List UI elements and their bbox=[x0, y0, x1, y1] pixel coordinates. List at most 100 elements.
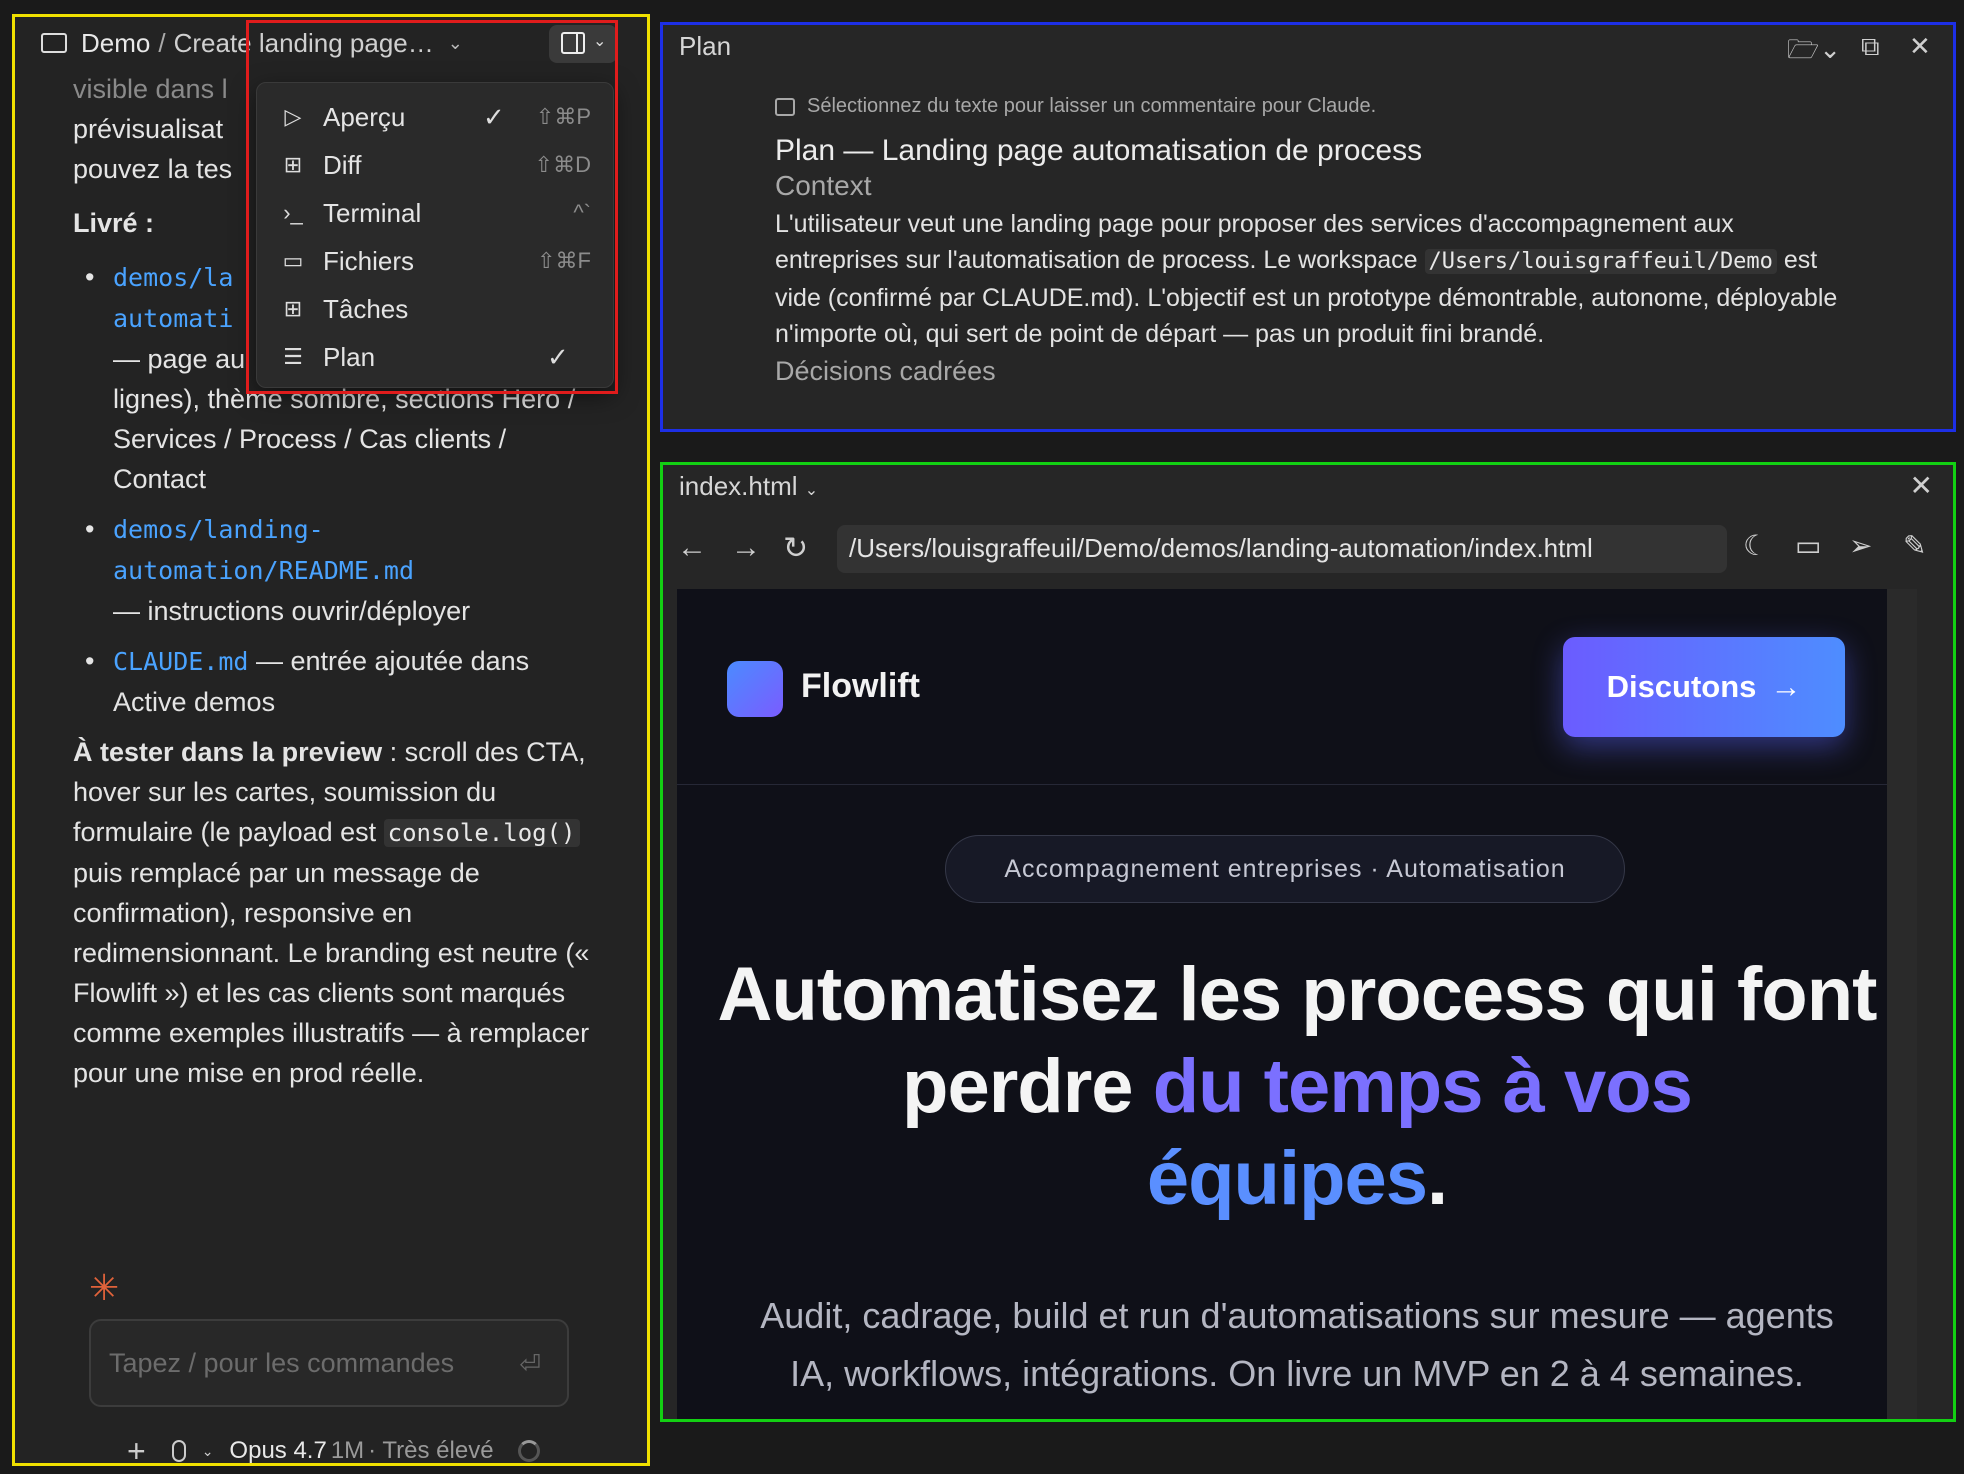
file-link[interactable]: CLAUDE.md bbox=[113, 647, 248, 676]
breadcrumb-root[interactable]: Demo bbox=[81, 28, 150, 59]
comment-icon bbox=[775, 97, 795, 116]
shortcut: ⇧⌘P bbox=[535, 104, 591, 129]
chat-faded-line: visible dans l bbox=[73, 74, 228, 104]
claude-spark-icon: ✳ bbox=[89, 1267, 120, 1308]
shortcut: ⇧⌘F bbox=[537, 248, 591, 273]
panel-toggle-button[interactable]: ⌄ bbox=[549, 25, 617, 63]
menu-item-plan[interactable]: ☰ Plan ✓ bbox=[257, 335, 613, 379]
chevron-down-icon[interactable]: ⌄ bbox=[448, 33, 463, 54]
cta-label: Discutons bbox=[1606, 669, 1757, 704]
list-item: CLAUDE.md — entrée ajoutée dans Active d… bbox=[73, 641, 593, 722]
enter-icon[interactable]: ⏎ bbox=[519, 1349, 541, 1380]
inline-code: /Users/louisgraffeuil/Demo bbox=[1424, 249, 1777, 274]
menu-item-label: Terminal bbox=[323, 197, 422, 228]
plan-pane: Plan 🗁⌄ ⧉ ✕ Sélectionnez du texte pour l… bbox=[660, 22, 1956, 432]
test-heading: À tester dans la preview bbox=[73, 737, 383, 767]
test-instructions: À tester dans la preview : scroll des CT… bbox=[73, 732, 593, 1093]
logo-mark bbox=[727, 661, 783, 717]
select-pointer-icon[interactable]: ➢ bbox=[1849, 529, 1872, 562]
context-size: 1M bbox=[330, 1437, 365, 1464]
menu-item-taches[interactable]: ⊞ Tâches bbox=[257, 287, 613, 331]
preview-pane: index.html ⌄ ✕ ← → ↻ /Users/louisgraffeu… bbox=[660, 462, 1956, 1422]
hero-title: Automatisez les process qui font perdre … bbox=[677, 949, 1917, 1225]
folder-icon: ▭ bbox=[282, 248, 304, 273]
rendered-website: Flowlift Discutons → Accompagnement entre… bbox=[677, 589, 1917, 1419]
plan-context-heading: Context bbox=[775, 170, 872, 201]
discutons-button[interactable]: Discutons → bbox=[1563, 637, 1845, 737]
site-logo[interactable]: Flowlift bbox=[801, 667, 920, 706]
hero-title-highlight: équipes bbox=[1146, 1136, 1428, 1221]
inline-code: console.log() bbox=[383, 819, 580, 847]
plan-document: Sélectionnez du texte pour laisser un co… bbox=[775, 95, 1855, 387]
close-icon[interactable]: ✕ bbox=[1910, 469, 1933, 502]
breadcrumb-title[interactable]: Create landing page… bbox=[174, 28, 434, 59]
back-arrow-icon[interactable]: ← bbox=[677, 531, 707, 565]
plan-pane-title: Plan bbox=[679, 31, 732, 61]
popout-icon[interactable]: ⧉ bbox=[1861, 31, 1880, 63]
file-link[interactable]: demos/landing- bbox=[113, 515, 324, 544]
url-bar[interactable]: /Users/louisgraffeuil/Demo/demos/landing… bbox=[837, 525, 1727, 573]
site-navbar: Flowlift Discutons → bbox=[677, 589, 1917, 785]
file-link[interactable]: demos/la bbox=[113, 263, 233, 292]
plan-hint: Sélectionnez du texte pour laisser un co… bbox=[775, 95, 1855, 118]
list-item-desc: — instructions ouvrir/déployer bbox=[113, 596, 471, 626]
check-icon: ✓ bbox=[483, 101, 505, 132]
plan-hint-text: Sélectionnez du texte pour laisser un co… bbox=[807, 95, 1377, 117]
loading-spinner-icon bbox=[517, 1440, 540, 1462]
file-link[interactable]: automation/README.md bbox=[113, 556, 414, 585]
chat-line: pouvez la tes bbox=[73, 154, 233, 184]
hero-title-end: . bbox=[1427, 1136, 1448, 1221]
arrow-right-icon: → bbox=[1770, 669, 1802, 704]
effort-level[interactable]: · Très élevé bbox=[368, 1437, 493, 1463]
model-selector[interactable]: Opus 4.7 bbox=[229, 1437, 326, 1463]
shortcut: ^` bbox=[573, 200, 591, 225]
plan-heading: Plan — Landing page automatisation de pr… bbox=[775, 134, 1423, 167]
menu-item-apercu[interactable]: ▷ Aperçu ✓ ⇧⌘P bbox=[257, 95, 613, 139]
open-folder-icon[interactable]: 🗁⌄ bbox=[1787, 31, 1841, 75]
dark-mode-icon[interactable]: ☾ bbox=[1743, 529, 1768, 562]
menu-item-diff[interactable]: ⊞ Diff ⇧⌘D bbox=[257, 143, 613, 187]
add-attachment-icon[interactable]: + bbox=[127, 1433, 146, 1464]
chevron-down-icon[interactable]: ⌄ bbox=[202, 1443, 214, 1460]
sidebar-panel-icon bbox=[561, 32, 585, 54]
menu-item-fichiers[interactable]: ▭ Fichiers ⇧⌘F bbox=[257, 239, 613, 283]
breadcrumb-separator: / bbox=[158, 27, 166, 58]
composer-toolbar: + ⌄ Opus 4.7 1M · Très élevé bbox=[127, 1431, 540, 1464]
plan-context-text: L'utilisateur veut une landing page pour… bbox=[775, 206, 1855, 352]
reload-icon[interactable]: ↻ bbox=[783, 531, 808, 566]
scrollbar[interactable] bbox=[1887, 589, 1917, 1419]
play-icon: ▷ bbox=[284, 104, 302, 129]
test-text: puis remplacé par un message de confirma… bbox=[73, 858, 590, 1088]
chevron-down-icon: ⌄ bbox=[593, 33, 607, 50]
menu-item-label: Plan bbox=[323, 341, 376, 372]
hero-subtitle: Audit, cadrage, build et run d'automatis… bbox=[760, 1295, 1834, 1394]
hero-badge: Accompagnement entreprises · Automatisat… bbox=[945, 835, 1625, 903]
pencil-icon[interactable]: ✎ bbox=[1903, 529, 1926, 562]
menu-item-label: Aperçu bbox=[323, 101, 406, 132]
microphone-icon[interactable] bbox=[171, 1440, 186, 1462]
list-item: demos/landing- automation/README.md — in… bbox=[73, 509, 593, 631]
menu-item-label: Tâches bbox=[323, 293, 409, 324]
menu-item-label: Diff bbox=[323, 149, 362, 180]
command-input[interactable] bbox=[109, 1341, 489, 1385]
preview-file-name: index.html bbox=[679, 471, 798, 501]
close-icon[interactable]: ✕ bbox=[1909, 31, 1931, 62]
checklist-icon: ☰ bbox=[283, 344, 303, 369]
shortcut: ⇧⌘D bbox=[534, 152, 591, 177]
menu-item-terminal[interactable]: ›_ Terminal ^` bbox=[257, 191, 613, 235]
menu-item-label: Fichiers bbox=[323, 245, 415, 276]
diff-icon: ⊞ bbox=[283, 152, 303, 177]
tasks-icon: ⊞ bbox=[283, 296, 303, 321]
chat-input-box[interactable]: ⏎ bbox=[89, 1319, 569, 1407]
forward-arrow-icon[interactable]: → bbox=[731, 531, 761, 565]
list-item-desc: — page au bbox=[113, 344, 246, 374]
chevron-down-icon: ⌄ bbox=[804, 482, 819, 499]
folder-icon bbox=[41, 33, 67, 53]
terminal-icon: ›_ bbox=[283, 200, 303, 225]
check-icon: ✓ bbox=[547, 341, 569, 372]
laptop-icon[interactable]: ▭ bbox=[1795, 529, 1821, 562]
preview-file-tab[interactable]: index.html ⌄ bbox=[679, 471, 818, 502]
chat-line: prévisualisat bbox=[73, 114, 224, 144]
list-item-desc: lignes), thème sombre, sections Hero / S… bbox=[113, 384, 576, 494]
file-link[interactable]: automati bbox=[113, 304, 233, 333]
